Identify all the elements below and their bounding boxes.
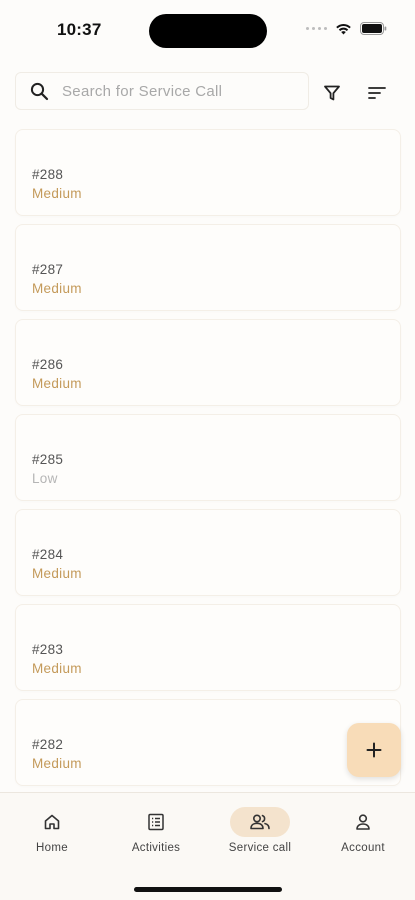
search-icon xyxy=(28,80,50,102)
home-indicator xyxy=(134,887,282,892)
home-icon xyxy=(44,814,60,830)
nav-pill xyxy=(126,807,186,837)
filter-icon xyxy=(324,85,340,101)
priority-label: Medium xyxy=(32,566,82,581)
service-call-card[interactable]: #286 Medium xyxy=(15,319,401,406)
filter-button[interactable] xyxy=(320,81,344,105)
search-input[interactable] xyxy=(62,82,292,100)
priority-label: Medium xyxy=(32,281,82,296)
nav-pill-active xyxy=(230,807,290,837)
plus-icon xyxy=(366,742,382,758)
wifi-icon xyxy=(336,23,351,34)
service-call-card[interactable]: #284 Medium xyxy=(15,509,401,596)
nav-label-activities: Activities xyxy=(131,842,181,854)
nav-pill xyxy=(22,807,82,837)
nav-item-account[interactable]: Account xyxy=(311,793,415,863)
bottom-navigation: Home Activities Service call Account xyxy=(0,792,415,900)
list-icon xyxy=(148,813,164,831)
service-call-id: #287 xyxy=(32,262,64,277)
priority-label: Medium xyxy=(32,376,82,391)
nav-item-home[interactable]: Home xyxy=(0,793,104,863)
add-service-call-button[interactable] xyxy=(347,723,401,777)
priority-label: Medium xyxy=(32,186,82,201)
search-bar[interactable] xyxy=(15,72,309,110)
service-call-id: #285 xyxy=(32,452,64,467)
person-icon xyxy=(356,814,370,830)
nav-item-activities[interactable]: Activities xyxy=(104,793,208,863)
service-call-id: #288 xyxy=(32,167,64,182)
status-icons xyxy=(306,22,387,35)
priority-label: Medium xyxy=(32,756,82,771)
priority-label: Low xyxy=(32,471,58,486)
service-call-card[interactable]: #288 Medium xyxy=(15,129,401,216)
service-call-id: #283 xyxy=(32,642,64,657)
service-call-id: #286 xyxy=(32,357,64,372)
service-call-card[interactable]: #282 Medium xyxy=(15,699,401,786)
battery-icon xyxy=(360,22,387,35)
service-call-id: #284 xyxy=(32,547,64,562)
nav-item-service-call[interactable]: Service call xyxy=(208,793,312,863)
service-call-card[interactable]: #287 Medium xyxy=(15,224,401,311)
nav-label-service-call: Service call xyxy=(228,842,292,854)
status-time: 10:37 xyxy=(57,20,102,39)
service-call-id: #282 xyxy=(32,737,64,752)
people-icon xyxy=(250,814,270,830)
service-call-list: #288 Medium #287 Medium #286 Medium #285… xyxy=(0,128,415,790)
status-bar: 10:37 xyxy=(0,0,415,62)
service-call-card[interactable]: #283 Medium xyxy=(15,604,401,691)
signal-icon xyxy=(306,27,327,30)
dynamic-island xyxy=(149,14,267,48)
sort-icon xyxy=(368,87,386,99)
nav-label-account: Account xyxy=(341,842,385,854)
service-call-card[interactable]: #285 Low xyxy=(15,414,401,501)
sort-button[interactable] xyxy=(364,81,390,105)
nav-label-home: Home xyxy=(36,842,68,854)
priority-label: Medium xyxy=(32,661,82,676)
nav-pill xyxy=(333,807,393,837)
